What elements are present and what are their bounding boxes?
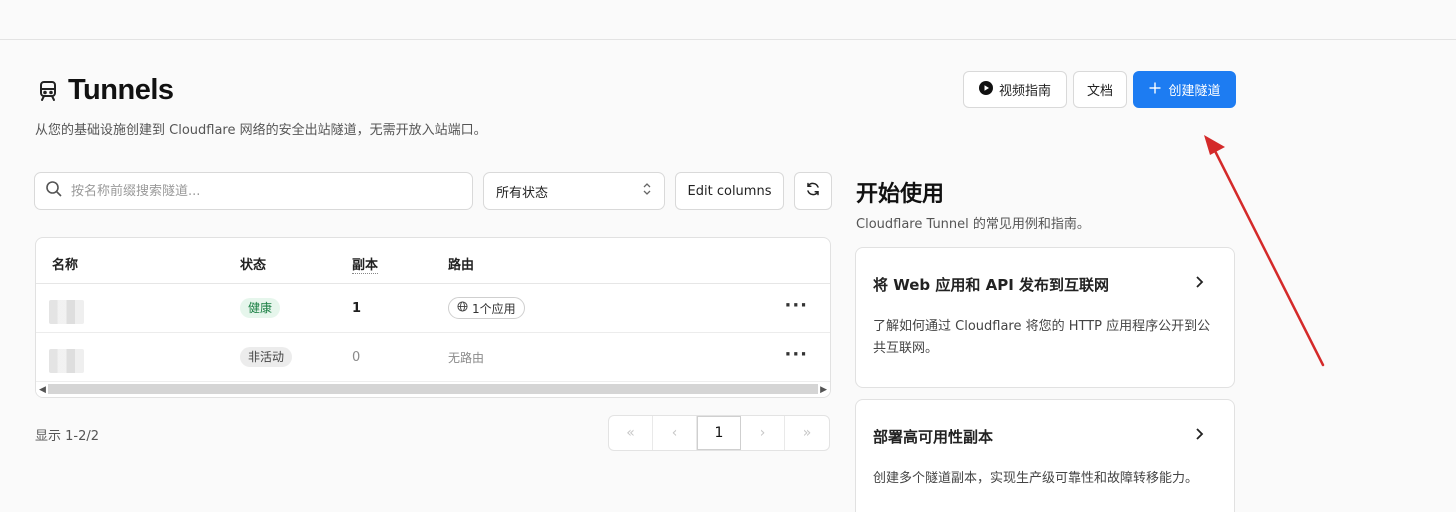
create-tunnel-button[interactable]: 创建隧道	[1133, 71, 1236, 108]
page-subtitle: 从您的基础设施创建到 Cloudflare 网络的安全出站隧道，无需开放入站端口…	[35, 123, 487, 138]
column-header-replicas[interactable]: 副本	[352, 254, 379, 274]
column-header-name[interactable]: 名称	[52, 254, 78, 273]
chevron-right-icon	[1194, 426, 1204, 445]
more-actions-button[interactable]: ···	[784, 295, 808, 316]
tunnels-table: 名称 状态 副本 路由 健康 1 1个应用 ··· 非活动 0 无路由 ··· …	[35, 237, 831, 398]
docs-label: 文档	[1086, 84, 1113, 99]
train-icon	[36, 79, 60, 103]
play-icon	[978, 80, 993, 99]
card-title: 部署高可用性副本	[873, 428, 994, 446]
guide-card-replicas[interactable]: 部署高可用性副本 创建多个隧道副本，实现生产级可靠性和故障转移能力。	[855, 399, 1235, 512]
last-page-icon[interactable]: »	[785, 416, 829, 450]
top-bar	[0, 0, 1456, 40]
get-started-subtitle: Cloudflare Tunnel 的常见用例和指南。	[856, 217, 1090, 232]
table-header: 名称 状态 副本 路由	[36, 238, 830, 284]
scroll-left-icon[interactable]: ◀	[39, 385, 46, 395]
scrollbar-thumb[interactable]	[48, 384, 818, 394]
replica-count: 1	[352, 301, 362, 316]
pagination: « ‹ 1 › »	[608, 415, 830, 451]
chevron-up-down-icon	[642, 182, 652, 200]
card-description: 了解如何通过 Cloudflare 将您的 HTTP 应用程序公开到公共互联网。	[873, 319, 1211, 356]
create-tunnel-label: 创建隧道	[1168, 84, 1221, 99]
search-input[interactable]	[71, 183, 451, 199]
current-page[interactable]: 1	[697, 416, 741, 450]
showing-count: 显示 1-2/2	[35, 429, 100, 444]
status-badge: 健康	[240, 298, 281, 318]
horizontal-scrollbar[interactable]: ◀ ▶	[36, 381, 830, 397]
scroll-right-icon[interactable]: ▶	[820, 385, 827, 395]
status-filter-value: 所有状态	[496, 185, 549, 201]
globe-icon	[457, 301, 468, 315]
card-title: 将 Web 应用和 API 发布到互联网	[873, 276, 1109, 294]
table-row[interactable]: 非活动 0 无路由 ···	[36, 333, 830, 382]
prev-page-icon[interactable]: ‹	[653, 416, 697, 450]
route-label: 无路由	[448, 351, 485, 365]
video-guide-label: 视频指南	[998, 84, 1051, 99]
column-header-routes[interactable]: 路由	[448, 254, 474, 273]
replica-count: 0	[352, 350, 361, 365]
guide-card-publish[interactable]: 将 Web 应用和 API 发布到互联网 了解如何通过 Cloudflare 将…	[855, 247, 1235, 388]
docs-button[interactable]: 文档	[1073, 71, 1127, 108]
first-page-icon[interactable]: «	[609, 416, 653, 450]
card-description: 创建多个隧道副本，实现生产级可靠性和故障转移能力。	[873, 471, 1199, 486]
video-guide-button[interactable]: 视频指南	[963, 71, 1067, 108]
status-filter-select[interactable]: 所有状态	[483, 172, 665, 210]
page-title: Tunnels	[36, 74, 174, 107]
search-field[interactable]	[34, 172, 473, 210]
route-label: 1个应用	[472, 301, 516, 316]
refresh-icon	[805, 181, 821, 201]
plus-icon	[1148, 81, 1162, 99]
status-badge: 非活动	[240, 347, 293, 367]
column-header-status[interactable]: 状态	[240, 254, 266, 273]
search-icon	[45, 180, 63, 202]
route-pill[interactable]: 1个应用	[448, 297, 525, 319]
more-actions-button[interactable]: ···	[784, 344, 808, 365]
refresh-button[interactable]	[794, 172, 832, 210]
annotation-arrow-icon	[1204, 135, 1325, 367]
get-started-title: 开始使用	[856, 182, 945, 207]
table-row[interactable]: 健康 1 1个应用 ···	[36, 284, 830, 333]
edit-columns-button[interactable]: Edit columns	[675, 172, 784, 210]
edit-columns-label: Edit columns	[687, 183, 772, 199]
redacted-tunnel-name[interactable]	[49, 349, 84, 373]
page-title-text: Tunnels	[68, 74, 174, 106]
redacted-tunnel-name[interactable]	[49, 300, 84, 324]
next-page-icon[interactable]: ›	[741, 416, 785, 450]
